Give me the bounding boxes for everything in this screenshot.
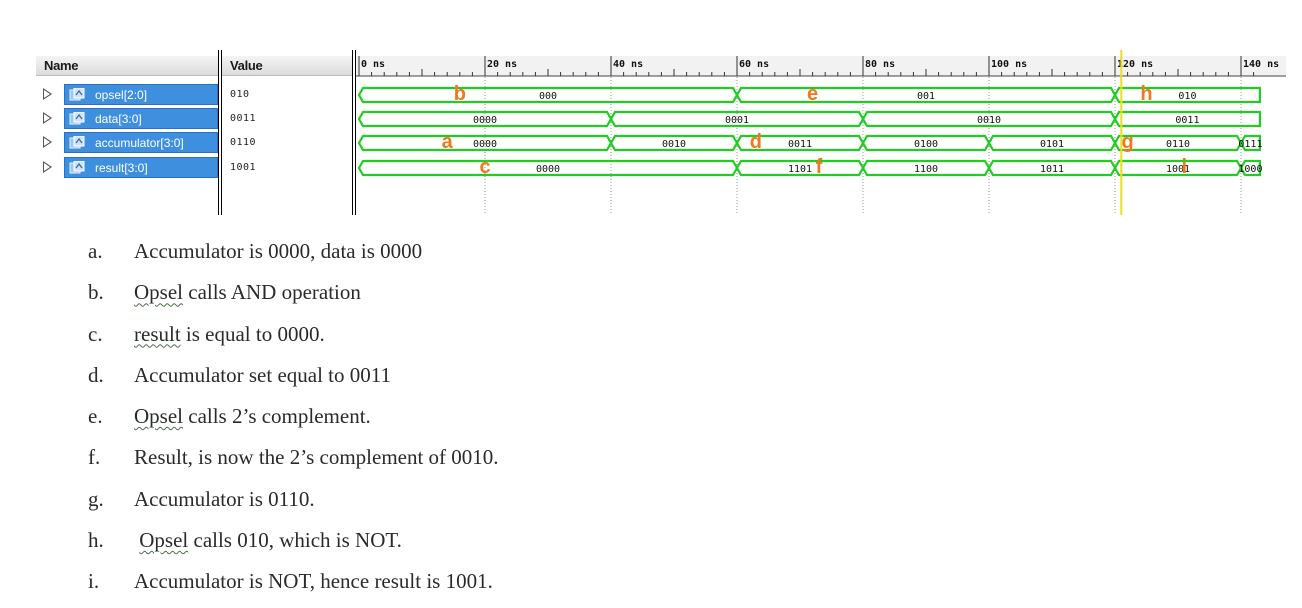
annotation-text: Accumulator is 0000, data is 0000 bbox=[134, 239, 422, 264]
bus-value-label: 000 bbox=[539, 91, 557, 102]
spellcheck-word: result bbox=[134, 321, 181, 346]
name-column: Name opsel[2:0] data[3:0] accumulator[3:0]… bbox=[36, 50, 218, 215]
annotation-marker: h bbox=[1140, 83, 1152, 105]
time-label: 20 ns bbox=[487, 59, 517, 70]
bus-value-label: 010 bbox=[1178, 91, 1196, 102]
annotation-marker: f bbox=[816, 156, 823, 178]
annotation-letter: c. bbox=[88, 321, 103, 346]
annotation-text: Opsel calls 2’s complement. bbox=[134, 404, 371, 429]
bus-value-label: 0000 bbox=[473, 115, 497, 126]
signal-name: data[3:0] bbox=[95, 112, 142, 126]
signal-row[interactable]: opsel[2:0] bbox=[36, 83, 218, 105]
annotation-letter: f. bbox=[88, 445, 101, 470]
value-column-header[interactable]: Value bbox=[222, 56, 352, 76]
signal-row[interactable]: result[3:0] bbox=[36, 156, 218, 178]
signal-value: 0110 bbox=[230, 137, 257, 148]
bus-value-label: 1011 bbox=[1040, 164, 1064, 175]
bus-value-label: 0010 bbox=[662, 139, 686, 150]
time-label: 60 ns bbox=[739, 59, 769, 70]
annotation-marker: g bbox=[1121, 131, 1133, 153]
time-label: 140 ns bbox=[1243, 59, 1279, 70]
signal-value: 0011 bbox=[230, 113, 257, 124]
bus-signal-icon bbox=[69, 112, 85, 125]
annotation-text-part: calls 010, which is NOT. bbox=[188, 528, 402, 553]
annotation-text: Accumulator is 0110. bbox=[134, 487, 315, 512]
spellcheck-word: Opsel bbox=[139, 528, 189, 553]
annotation-text: Opsel calls 010, which is NOT. bbox=[134, 528, 402, 553]
bus-signal-icon bbox=[69, 136, 85, 149]
annotation-text-part: Accumulator is NOT, hence result is 1001… bbox=[134, 569, 493, 594]
signal-selection[interactable]: accumulator[3:0] bbox=[64, 132, 218, 153]
bus-value-label: 0011 bbox=[1175, 115, 1199, 126]
bus-value-label: 0000 bbox=[473, 139, 497, 150]
time-label: 120 ns bbox=[1117, 59, 1153, 70]
signal-row[interactable]: data[3:0] bbox=[36, 107, 218, 129]
annotation-letter: h. bbox=[88, 528, 104, 553]
time-label: 80 ns bbox=[865, 59, 895, 70]
value-column: Value 010 0011 0110 1001 bbox=[222, 50, 352, 215]
annotation-letter: d. bbox=[88, 362, 104, 387]
bus-value-label: 1000 bbox=[1238, 164, 1262, 175]
signal-value: 1001 bbox=[230, 162, 257, 173]
annotation-text-part: Accumulator is 0000, data is 0000 bbox=[134, 239, 423, 263]
bus-signal-icon bbox=[69, 161, 85, 174]
signal-row[interactable]: accumulator[3:0] bbox=[36, 131, 218, 153]
annotation-letter: i. bbox=[88, 569, 100, 594]
bus-value-label: 0011 bbox=[788, 139, 812, 150]
bus-value-label: 0100 bbox=[914, 139, 938, 150]
annotation-marker: b bbox=[454, 83, 466, 105]
waveform-viewer: Name opsel[2:0] data[3:0] accumulator[3:0]… bbox=[36, 50, 1286, 215]
annotation-letter: a. bbox=[88, 239, 103, 263]
annotation-text-part: Result, is now the 2’s complement of 001… bbox=[134, 445, 499, 470]
spellcheck-word: Opsel bbox=[134, 280, 183, 305]
annotation-text: Accumulator is NOT, hence result is 1001… bbox=[134, 569, 493, 594]
bus-signal-icon bbox=[69, 88, 85, 101]
bus-value-label: 0000 bbox=[536, 164, 560, 175]
bus-value-label: 001 bbox=[917, 91, 935, 102]
time-label: 0 ns bbox=[361, 59, 385, 70]
expand-arrow-icon[interactable] bbox=[43, 136, 52, 148]
annotation-text-part: calls AND operation bbox=[183, 280, 361, 305]
annotation-letter: g. bbox=[88, 486, 104, 511]
time-label: 40 ns bbox=[613, 59, 643, 70]
spellcheck-word: Opsel bbox=[134, 404, 183, 429]
signal-selection[interactable]: result[3:0] bbox=[64, 157, 218, 178]
waveform-canvas[interactable]: 0 ns 20 ns 40 ns 60 ns 80 ns 100 ns 120 ns 140 … bbox=[356, 50, 1286, 215]
annotation-text-part: calls 2’s complement. bbox=[183, 404, 371, 429]
annotation-text: Result, is now the 2’s complement of 001… bbox=[134, 445, 499, 470]
signal-name: result[3:0] bbox=[95, 161, 148, 175]
signal-name: accumulator[3:0] bbox=[95, 136, 184, 150]
bus-value-label: 0110 bbox=[1166, 139, 1190, 150]
bus-value-label: 0101 bbox=[1040, 139, 1064, 150]
expand-arrow-icon[interactable] bbox=[43, 112, 52, 124]
annotation-marker: e bbox=[807, 83, 818, 105]
annotation-letter: b. bbox=[88, 280, 104, 305]
annotation-text: Accumulator set equal to 0011 bbox=[134, 363, 391, 388]
expand-arrow-icon[interactable] bbox=[43, 161, 52, 173]
signal-selection[interactable]: data[3:0] bbox=[64, 108, 218, 129]
annotation-marker: i bbox=[1182, 156, 1188, 178]
bus-value-label: 0001 bbox=[725, 115, 749, 126]
signal-name: opsel[2:0] bbox=[95, 88, 148, 102]
annotation-text: result is equal to 0000. bbox=[134, 322, 325, 347]
signal-value: 010 bbox=[230, 89, 250, 100]
annotation-marker: d bbox=[750, 131, 762, 153]
time-label: 100 ns bbox=[991, 59, 1027, 70]
annotation-letter: e. bbox=[88, 404, 103, 429]
bus-value-label: 1100 bbox=[914, 164, 938, 175]
annotation-text-part: Accumulator is 0110. bbox=[134, 486, 315, 511]
bus-value-label: 0111 bbox=[1238, 139, 1262, 150]
annotation-marker: c bbox=[479, 156, 490, 178]
annotation-text-part: Accumulator set equal to 0011 bbox=[134, 362, 391, 387]
bus-value-label: 1101 bbox=[788, 164, 812, 175]
annotation-text: Opsel calls AND operation bbox=[134, 280, 361, 305]
annotation-marker: a bbox=[442, 131, 454, 153]
name-column-header[interactable]: Name bbox=[36, 56, 218, 76]
bus-value-label: 0010 bbox=[977, 115, 1001, 126]
annotation-text-part: is equal to 0000. bbox=[180, 321, 325, 346]
expand-arrow-icon[interactable] bbox=[43, 88, 52, 100]
signal-selection[interactable]: opsel[2:0] bbox=[64, 84, 218, 105]
